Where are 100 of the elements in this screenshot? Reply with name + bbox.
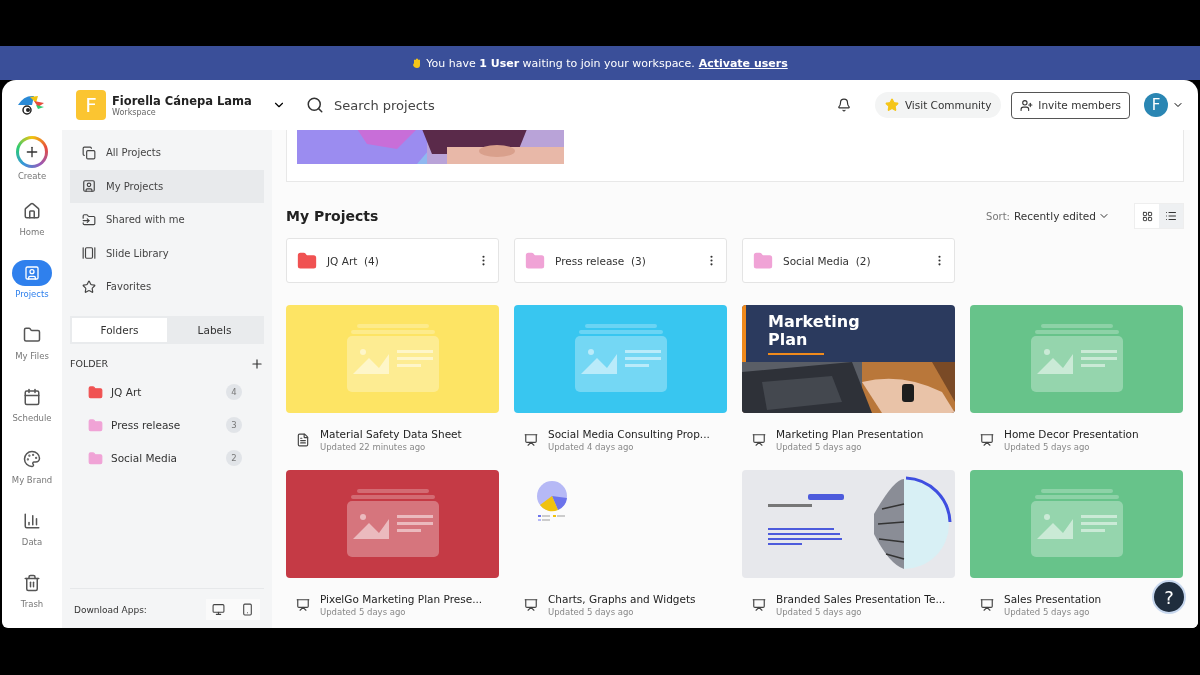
monitor-icon [212,603,225,616]
project-title[interactable]: PixelGo Marketing Plan Prese... [320,593,483,605]
calendar-icon [23,388,41,406]
project-title[interactable]: Sales Presentation [1004,593,1102,605]
presentation-icon [752,433,766,447]
plus-icon [250,356,264,371]
sort-dropdown[interactable]: Recently edited [1013,210,1110,222]
presentation-icon [752,598,766,612]
updated-time: Updated 5 days ago [1004,442,1091,452]
visit-community-button[interactable]: Visit Community [874,92,1002,118]
folder-icon [23,326,41,344]
search-icon [306,96,324,114]
sidebar-item[interactable]: Slide Library [70,236,264,270]
help-button[interactable]: ? [1152,580,1186,614]
nav-rail-item[interactable]: My Brand [11,446,53,498]
project-title[interactable]: Social Media Consulting Prop... [548,428,710,440]
project-thumbnail[interactable] [970,470,1183,578]
updated-time: Updated 5 days ago [548,607,635,617]
tab[interactable]: Labels [167,317,262,342]
nav-rail-item[interactable]: Trash [12,570,52,622]
placeholder-image-icon [572,324,669,394]
folder-card[interactable]: JQ Art (4) [286,238,499,283]
slide-heading: Marketing Plan [768,312,861,349]
updated-time: Updated 22 minutes ago [320,442,427,452]
chart-icon [23,512,41,530]
smartphone-icon [241,603,254,616]
star-icon [82,279,96,294]
updated-time: Updated 4 days ago [548,442,635,452]
folders-icon [82,145,96,160]
project-thumbnail[interactable] [970,305,1183,413]
bell-icon[interactable] [836,98,851,112]
workspace-name: Fiorella Cánepa Lama [112,93,253,108]
document-icon [296,433,310,447]
banner-text: You have 1 User waiting to join your workspace. [426,56,695,70]
folder-card[interactable]: Press release (3) [514,238,727,283]
shared-folder-icon [82,212,96,227]
project-title[interactable]: Marketing Plan Presentation [776,428,924,440]
download-apps-label: Download Apps: [74,604,147,615]
presentation-icon [296,598,310,612]
placeholder-image-icon [1028,489,1125,559]
palette-icon [23,450,41,468]
presentation-icon [524,433,538,447]
project-thumbnail[interactable] [286,305,499,413]
nav-rail-item[interactable]: Home [12,198,52,250]
project-thumbnail[interactable] [742,470,955,578]
grid-view-button[interactable] [1135,204,1159,228]
user-folder-icon [82,179,96,194]
folder-item[interactable]: JQ Art 4 [70,375,264,409]
updated-time: Updated 5 days ago [320,607,407,617]
list-icon [1165,210,1177,222]
project-thumbnail[interactable] [286,470,499,578]
trash-icon [23,574,41,592]
folder-heading: FOLDER [70,358,109,369]
sidebar-item[interactable]: All Projects [70,136,264,170]
presentation-icon [524,598,538,612]
tab[interactable]: Folders [72,317,167,342]
home-icon [23,202,41,220]
workspace-label: Workspace [112,107,157,117]
invite-members-button[interactable]: Invite members [1011,91,1130,119]
add-user-icon [1020,98,1034,112]
project-title[interactable]: Branded Sales Presentation Te... [776,593,946,605]
folder-item[interactable]: Press release 3 [70,408,264,442]
workspace-switcher[interactable]: F Fiorella Cánepa Lama Workspace [76,90,286,120]
projects-icon [24,265,40,281]
create-icon [16,136,48,168]
nav-rail-item[interactable]: My Files [12,322,52,374]
placeholder-image-icon [1028,324,1125,394]
sidebar-item[interactable]: Shared with me [70,203,264,237]
updated-time: Updated 5 days ago [776,607,863,617]
hand-icon [412,57,423,69]
star-icon [884,98,899,112]
sidebar-item[interactable]: My Projects [70,169,264,203]
updated-time: Updated 5 days ago [1004,607,1091,617]
logo-icon [16,93,46,117]
project-thumbnail[interactable]: Marketing Plan [742,305,955,413]
placeholder-image-icon [344,489,441,559]
folder-card[interactable]: Social Media (2) [742,238,955,283]
section-title: My Projects [286,208,380,224]
project-title[interactable]: Home Decor Presentation [1004,428,1139,440]
nav-rail-item[interactable]: Schedule [12,384,52,436]
list-view-button[interactable] [1159,204,1183,228]
workspace-avatar: F [76,90,106,120]
presentation-icon [980,598,994,612]
nav-rail-item[interactable]: Data [12,508,52,560]
folder-count: 3 [226,417,242,433]
sort-label: Sort: [986,210,1010,222]
updated-time: Updated 5 days ago [776,442,863,452]
folder-count: 2 [226,450,242,466]
folder-item[interactable]: Social Media 2 [70,441,264,475]
sidebar-item[interactable]: Favorites [70,270,264,304]
folder-count: 4 [226,384,242,400]
add-folder-button[interactable] [250,356,264,371]
project-title[interactable]: Material Safety Data Sheet [320,428,462,440]
slides-icon [82,246,96,261]
project-thumbnail[interactable] [514,305,727,413]
user-avatar[interactable]: F [1144,93,1168,117]
project-title[interactable]: Charts, Graphs and Widgets [548,593,696,605]
activate-users-link[interactable]: Activate users [698,56,788,70]
presentation-icon [980,433,994,447]
nav-rail-item[interactable]: Create [16,136,48,188]
